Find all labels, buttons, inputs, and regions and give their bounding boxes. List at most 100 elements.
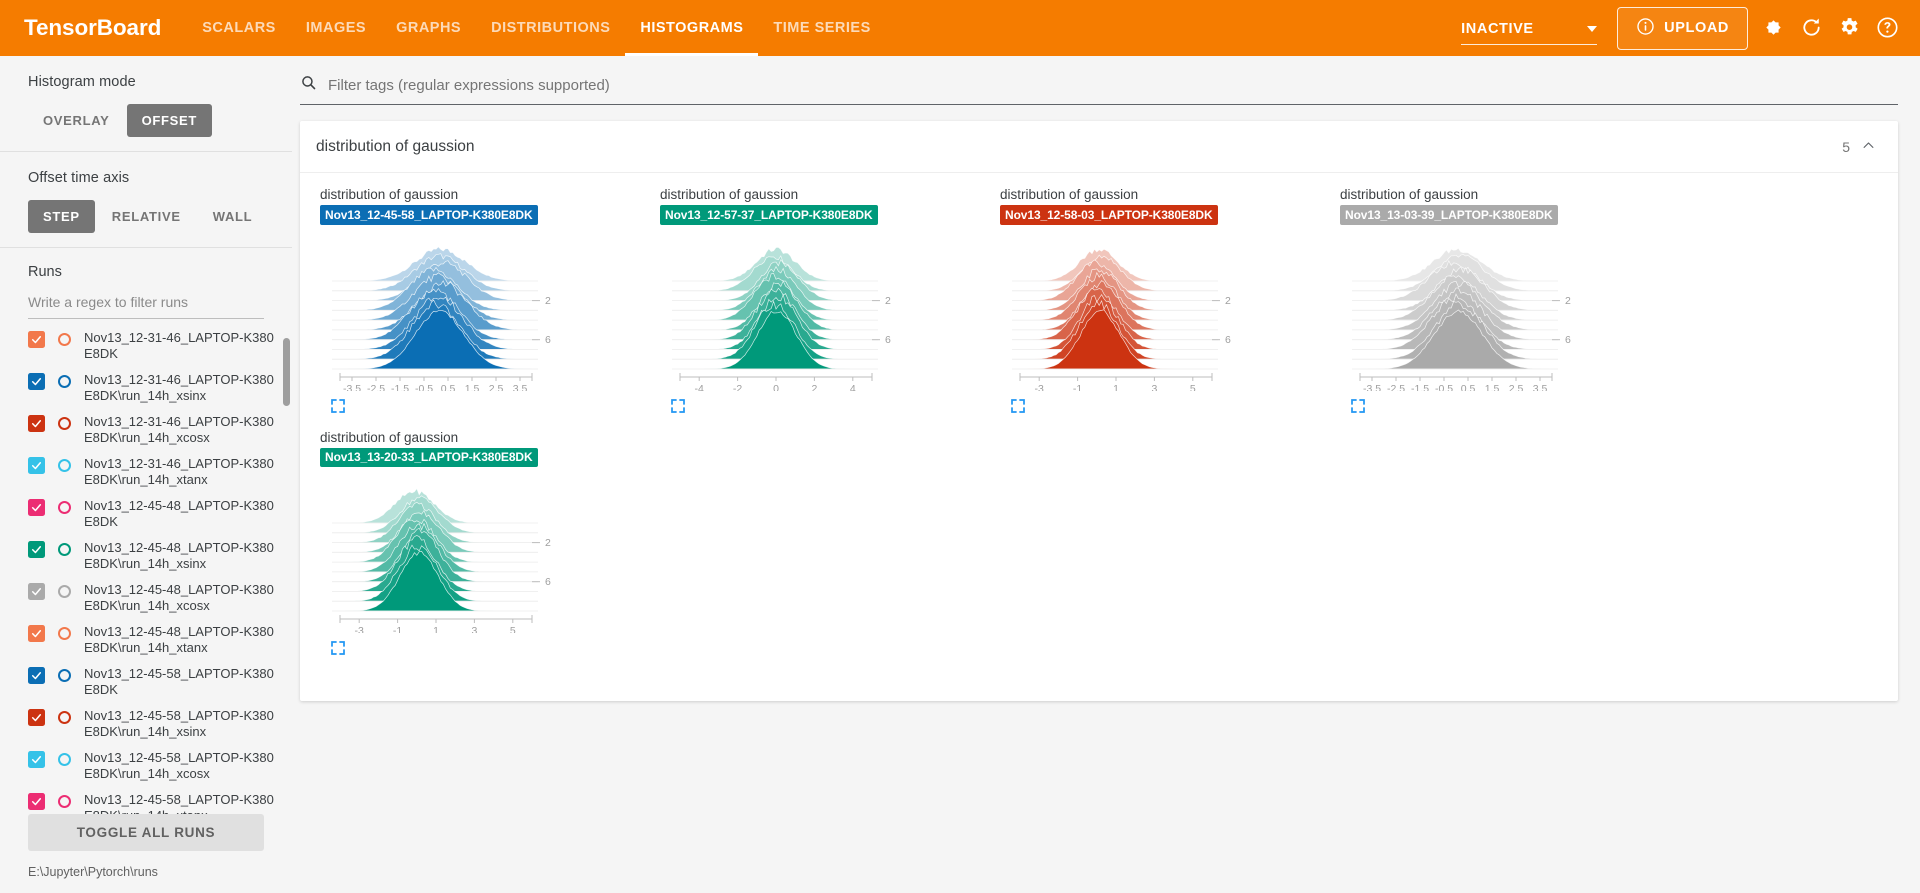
reload-icon[interactable] <box>1800 16 1824 40</box>
expand-chart-icon[interactable] <box>330 398 346 414</box>
x-tick-label: 1.5 <box>465 383 480 391</box>
x-tick-label: -1 <box>393 625 402 633</box>
expand-chart-icon[interactable] <box>1010 398 1026 414</box>
x-tick-label: -1 <box>1073 383 1082 391</box>
x-tick-label: 2 <box>811 383 817 391</box>
run-list-item[interactable]: Nov13_12-45-58_LAPTOP-K380E8DK\run_14h_x… <box>28 750 282 782</box>
run-checkbox[interactable] <box>28 457 45 474</box>
run-list-item[interactable]: Nov13_12-45-48_LAPTOP-K380E8DK\run_14h_x… <box>28 624 282 656</box>
run-checkbox[interactable] <box>28 373 45 390</box>
histogram-plot[interactable]: 2 6 -4 -2 0 2 4 <box>658 231 908 395</box>
run-list-item[interactable]: Nov13_12-31-46_LAPTOP-K380E8DK <box>28 330 282 362</box>
run-color-circle-icon[interactable] <box>58 543 71 556</box>
tab-distributions[interactable]: DISTRIBUTIONS <box>476 0 625 56</box>
expand-chart-icon[interactable] <box>330 640 346 656</box>
chevron-up-icon[interactable] <box>1861 138 1876 156</box>
run-checkbox[interactable] <box>28 415 45 432</box>
reload-state-label: INACTIVE <box>1461 21 1534 37</box>
run-checkbox[interactable] <box>28 709 45 726</box>
x-tick-label: -1.5 <box>1411 383 1429 391</box>
run-color-circle-icon[interactable] <box>58 375 71 388</box>
run-list-item[interactable]: Nov13_12-45-58_LAPTOP-K380E8DK\run_14h_x… <box>28 708 282 740</box>
upload-button[interactable]: UPLOAD <box>1617 6 1748 50</box>
histogram-plot[interactable]: 2 6 -3.5 -2.5 -1.5 -0.5 0.5 1.5 2.5 3.5 <box>1338 231 1588 395</box>
expand-chart-icon[interactable] <box>670 398 686 414</box>
run-checkbox[interactable] <box>28 625 45 642</box>
run-list-item[interactable]: Nov13_12-45-48_LAPTOP-K380E8DK\run_14h_x… <box>28 540 282 572</box>
x-tick-label: 1 <box>433 625 439 633</box>
offset-time-axis-option-relative[interactable]: RELATIVE <box>97 200 196 233</box>
x-tick-label: -1.5 <box>391 383 409 391</box>
help-icon[interactable] <box>1876 16 1900 40</box>
runs-filter-input[interactable] <box>28 294 264 319</box>
run-color-circle-icon[interactable] <box>58 459 71 472</box>
main-content: distribution of gaussion 5 distribution … <box>292 56 1920 893</box>
offset-time-axis-section: Offset time axis STEP RELATIVE WALL <box>0 152 292 247</box>
y-tick-label: 6 <box>545 334 551 346</box>
app-body: Histogram mode OVERLAY OFFSET Offset time… <box>0 56 1920 893</box>
expand-chart-icon[interactable] <box>1350 398 1366 414</box>
run-checkbox[interactable] <box>28 793 45 810</box>
x-tick-label: 2.5 <box>1509 383 1524 391</box>
run-list-item[interactable]: Nov13_12-45-48_LAPTOP-K380E8DK\run_14h_x… <box>28 582 282 614</box>
run-color-circle-icon[interactable] <box>58 753 71 766</box>
tab-label: DISTRIBUTIONS <box>491 20 611 36</box>
run-name-label: Nov13_12-31-46_LAPTOP-K380E8DK\run_14h_x… <box>84 414 274 445</box>
tab-label: SCALARS <box>202 20 276 36</box>
run-name-label: Nov13_12-31-46_LAPTOP-K380E8DK\run_14h_x… <box>84 456 274 487</box>
tag-group-header[interactable]: distribution of gaussion 5 <box>300 121 1898 173</box>
run-checkbox[interactable] <box>28 583 45 600</box>
run-color-circle-icon[interactable] <box>58 711 71 724</box>
runs-label: Runs <box>28 264 62 280</box>
reload-state-dropdown[interactable]: INACTIVE <box>1461 21 1598 45</box>
tab-graphs[interactable]: GRAPHS <box>381 0 476 56</box>
histogram-mode-option-offset[interactable]: OFFSET <box>126 104 213 137</box>
tab-label: IMAGES <box>305 20 367 36</box>
x-tick-label: -2 <box>733 383 742 391</box>
run-list-item[interactable]: Nov13_12-45-58_LAPTOP-K380E8DK\run_14h_x… <box>28 792 282 814</box>
runs-scrollbar-thumb[interactable] <box>283 338 290 406</box>
run-color-circle-icon[interactable] <box>58 585 71 598</box>
run-checkbox[interactable] <box>28 751 45 768</box>
run-color-circle-icon[interactable] <box>58 669 71 682</box>
tag-group-card: distribution of gaussion 5 distribution … <box>300 121 1898 701</box>
histogram-run-badge: Nov13_12-58-03_LAPTOP-K380E8DK <box>1000 205 1218 225</box>
run-checkbox[interactable] <box>28 541 45 558</box>
histogram-mode-option-overlay[interactable]: OVERLAY <box>28 104 125 137</box>
tag-filter-input[interactable] <box>326 75 1898 95</box>
run-checkbox[interactable] <box>28 331 45 348</box>
histogram-plot[interactable]: 2 6 -3.5 -2.5 -1.5 -0.5 0.5 1.5 2.5 3.5 <box>318 231 568 395</box>
run-color-circle-icon[interactable] <box>58 627 71 640</box>
offset-time-axis-option-wall[interactable]: WALL <box>198 200 268 233</box>
x-tick-label: 3 <box>471 625 477 633</box>
toggle-all-runs-button[interactable]: TOGGLE ALL RUNS <box>28 814 264 851</box>
histogram-plot[interactable]: 2 6 -3 -1 1 3 5 <box>318 473 568 637</box>
tab-histograms[interactable]: HISTOGRAMS <box>625 0 759 56</box>
run-list-item[interactable]: Nov13_12-31-46_LAPTOP-K380E8DK\run_14h_x… <box>28 414 282 446</box>
run-list-item[interactable]: Nov13_12-45-58_LAPTOP-K380E8DK <box>28 666 282 698</box>
run-color-circle-icon[interactable] <box>58 501 71 514</box>
histogram-plot[interactable]: 2 6 -3 -1 1 3 5 <box>998 231 1248 395</box>
histogram-charts-grid: distribution of gaussion Nov13_12-45-58_L… <box>300 173 1898 682</box>
runs-list[interactable]: Nov13_12-31-46_LAPTOP-K380E8DK Nov13_12-3… <box>0 330 292 814</box>
tab-scalars[interactable]: SCALARS <box>187 0 291 56</box>
run-color-circle-icon[interactable] <box>58 417 71 430</box>
tag-group-count: 5 <box>1842 139 1850 155</box>
run-list-item[interactable]: Nov13_12-45-48_LAPTOP-K380E8DK <box>28 498 282 530</box>
run-color-circle-icon[interactable] <box>58 795 71 808</box>
histogram-chart-card: distribution of gaussion Nov13_12-57-37_L… <box>650 187 990 430</box>
run-list-item[interactable]: Nov13_12-31-46_LAPTOP-K380E8DK\run_14h_x… <box>28 456 282 488</box>
run-color-circle-icon[interactable] <box>58 333 71 346</box>
histogram-plot-wrap: 2 6 -3 -1 1 3 5 <box>318 473 642 638</box>
run-list-item[interactable]: Nov13_12-31-46_LAPTOP-K380E8DK\run_14h_x… <box>28 372 282 404</box>
histogram-chart-title: distribution of gaussion <box>320 429 459 445</box>
offset-time-axis-option-step[interactable]: STEP <box>28 200 95 233</box>
main-nav-tabs: SCALARS IMAGES GRAPHS DISTRIBUTIONS HISTOGRA… <box>187 0 886 56</box>
tab-images[interactable]: IMAGES <box>291 0 381 56</box>
offset-time-axis-label: Offset time axis <box>28 170 130 186</box>
settings-icon[interactable] <box>1838 16 1862 40</box>
run-checkbox[interactable] <box>28 499 45 516</box>
run-checkbox[interactable] <box>28 667 45 684</box>
brightness-icon[interactable] <box>1762 16 1786 40</box>
tab-time-series[interactable]: TIME SERIES <box>758 0 885 56</box>
